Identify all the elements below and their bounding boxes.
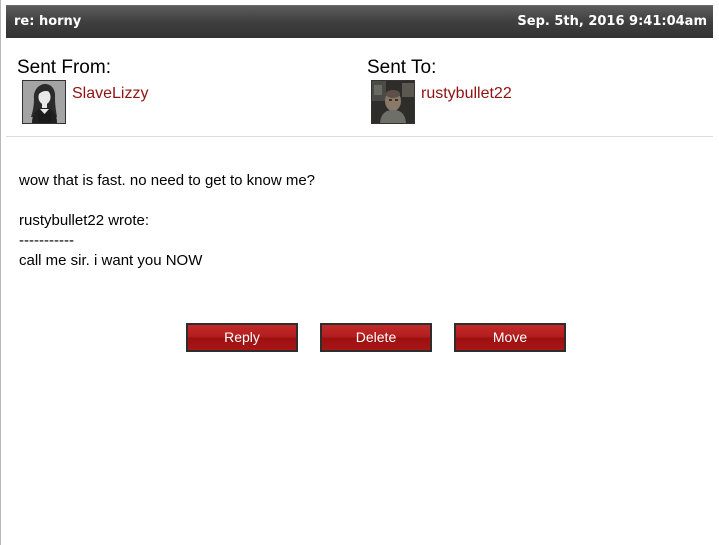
reply-button[interactable]: Reply (186, 323, 298, 352)
message-line (19, 191, 699, 211)
sent-to-section: Sent To: rustybullet22 (367, 57, 512, 126)
message-date: Sep. 5th, 2016 9:41:04am (517, 14, 707, 29)
message-line: wow that is fast. no need to get to know… (19, 172, 316, 189)
quote-separator: ----------- (19, 232, 74, 249)
message-body: wow that is fast. no need to get to know… (19, 171, 699, 271)
move-button[interactable]: Move (454, 323, 566, 352)
recipient-row: rustybullet22 (367, 79, 512, 126)
sent-to-label: Sent To: (367, 57, 437, 78)
delete-button[interactable]: Delete (320, 323, 432, 352)
left-border (0, 0, 1, 545)
message-view: re: horny Sep. 5th, 2016 9:41:04am Sent … (0, 0, 719, 545)
sent-from-label: Sent From: (17, 57, 111, 78)
recipient-username-link[interactable]: rustybullet22 (421, 85, 512, 103)
sent-from-section: Sent From: SlaveLizzy (17, 57, 148, 126)
sender-username-link[interactable]: SlaveLizzy (72, 85, 148, 103)
quoted-author-line: rustybullet22 wrote: (19, 212, 150, 229)
user-photo-avatar-icon[interactable] (371, 80, 415, 124)
female-silhouette-avatar-icon[interactable] (22, 80, 66, 124)
message-subject: re: horny (14, 14, 82, 29)
divider (6, 136, 713, 137)
sender-row: SlaveLizzy (17, 79, 148, 126)
quoted-message-line: call me sir. i want you NOW (19, 252, 203, 269)
message-header: re: horny Sep. 5th, 2016 9:41:04am (6, 5, 713, 38)
